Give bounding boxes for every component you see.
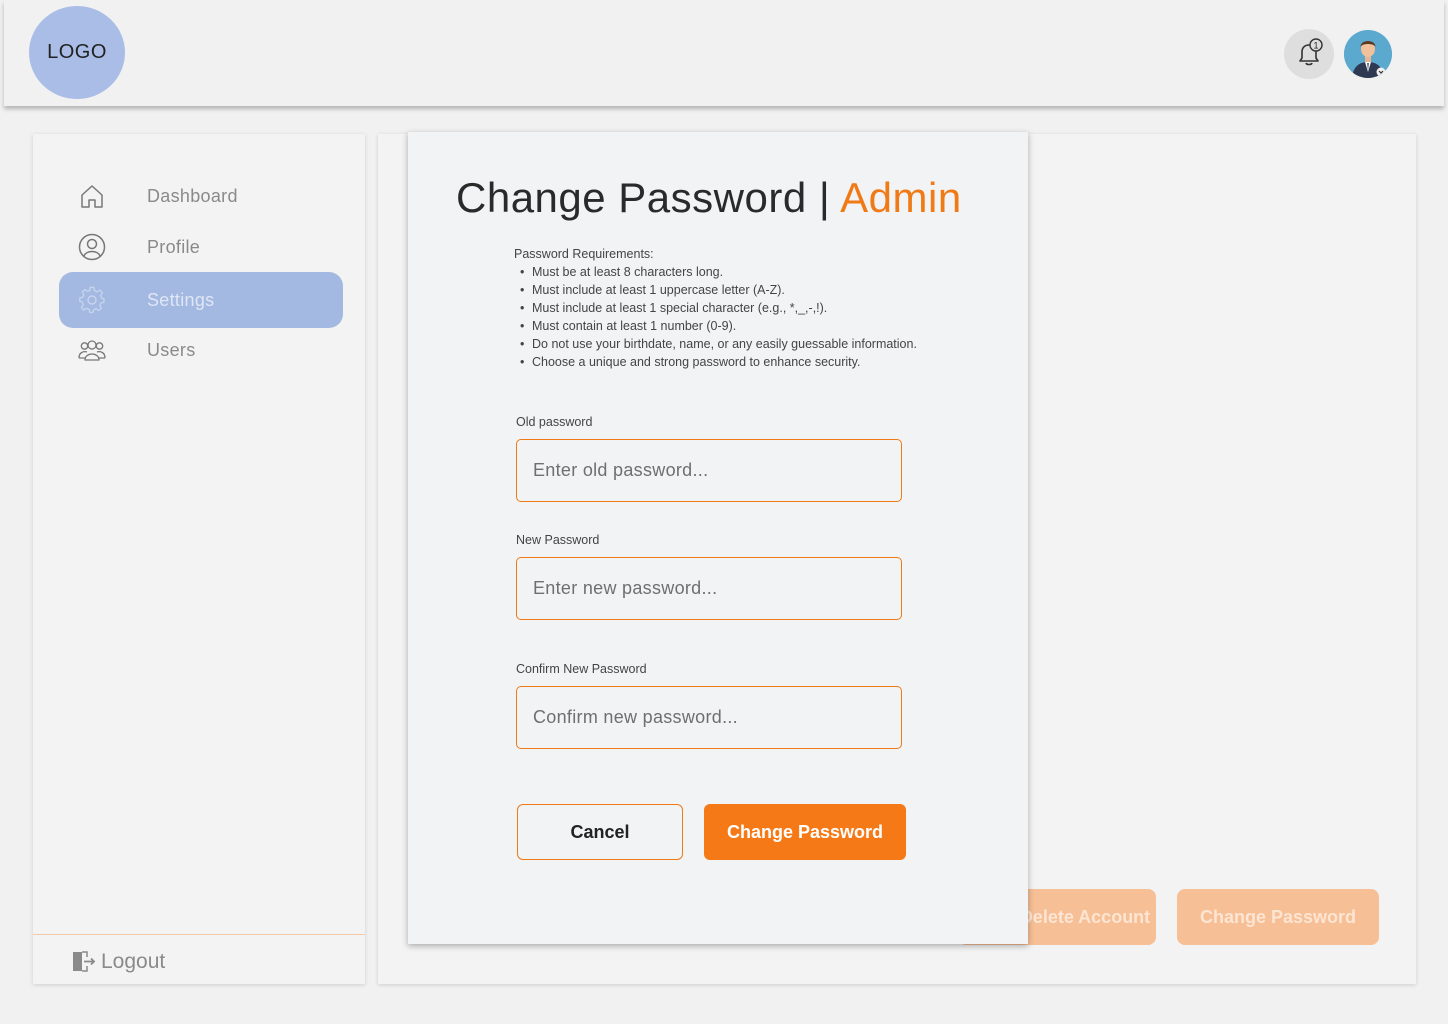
logout-label: Logout: [101, 950, 166, 973]
gear-icon: [79, 286, 105, 314]
requirement-item: Must be at least 8 characters long.: [514, 263, 917, 281]
logout-icon: [73, 951, 96, 972]
requirement-item: Must contain at least 1 number (0-9).: [514, 317, 917, 335]
cancel-button[interactable]: Cancel: [517, 804, 683, 860]
sidebar-item-dashboard[interactable]: Dashboard: [59, 168, 343, 224]
modal-title-text: Change Password |: [456, 174, 841, 221]
bell-icon: 1: [1299, 38, 1323, 66]
requirement-item: Do not use your birthdate, name, or any …: [514, 335, 917, 353]
sidebar-item-label: Profile: [147, 236, 201, 257]
background-change-password-label: Change Password: [1199, 906, 1357, 927]
user-circle-icon: [78, 233, 106, 261]
logout-button[interactable]: Logout: [71, 946, 165, 978]
requirements-list: Must be at least 8 characters long. Must…: [514, 263, 917, 371]
top-bar: LOGO 1: [4, 0, 1444, 106]
logo-text: LOGO: [47, 41, 107, 63]
change-password-button[interactable]: Change Password: [704, 804, 906, 860]
requirements-heading: Password Requirements:: [514, 247, 654, 261]
sidebar: Dashboard Profile Settings Users Logout: [33, 134, 365, 984]
sidebar-item-label: Settings: [147, 289, 215, 310]
avatar[interactable]: [1344, 30, 1392, 78]
notification-count: 1: [1313, 41, 1318, 51]
change-password-label: Change Password: [726, 821, 884, 842]
confirm-password-label: Confirm New Password: [516, 662, 647, 676]
sidebar-item-profile[interactable]: Profile: [59, 219, 343, 275]
notifications-button[interactable]: 1: [1284, 29, 1334, 79]
users-icon: [78, 340, 106, 361]
logo[interactable]: LOGO: [29, 6, 125, 99]
old-password-field[interactable]: [516, 439, 902, 502]
delete-account-label: Delete Account: [1019, 906, 1151, 927]
sidebar-item-users[interactable]: Users: [59, 322, 343, 378]
user-avatar-icon: [1344, 30, 1392, 78]
change-password-modal: Change Password | Admin Password Require…: [408, 132, 1028, 944]
sidebar-item-label: Users: [147, 339, 196, 360]
sidebar-item-settings[interactable]: Settings: [59, 272, 343, 328]
new-password-field[interactable]: [516, 557, 902, 620]
home-icon: [81, 185, 103, 208]
requirement-item: Must include at least 1 uppercase letter…: [514, 281, 917, 299]
background-change-password-button[interactable]: Change Password: [1177, 889, 1379, 945]
password-requirements: Password Requirements: Must be at least …: [514, 245, 917, 371]
sidebar-item-label: Dashboard: [147, 185, 238, 206]
modal-title: Change Password | Admin: [456, 174, 962, 222]
new-password-label: New Password: [516, 533, 600, 547]
sidebar-divider: [33, 934, 365, 935]
requirement-item: Must include at least 1 special characte…: [514, 299, 917, 317]
cancel-label: Cancel: [570, 821, 630, 842]
requirement-item: Choose a unique and strong password to e…: [514, 353, 917, 371]
confirm-password-field[interactable]: [516, 686, 902, 749]
modal-title-role: Admin: [840, 174, 962, 221]
old-password-label: Old password: [516, 415, 593, 429]
